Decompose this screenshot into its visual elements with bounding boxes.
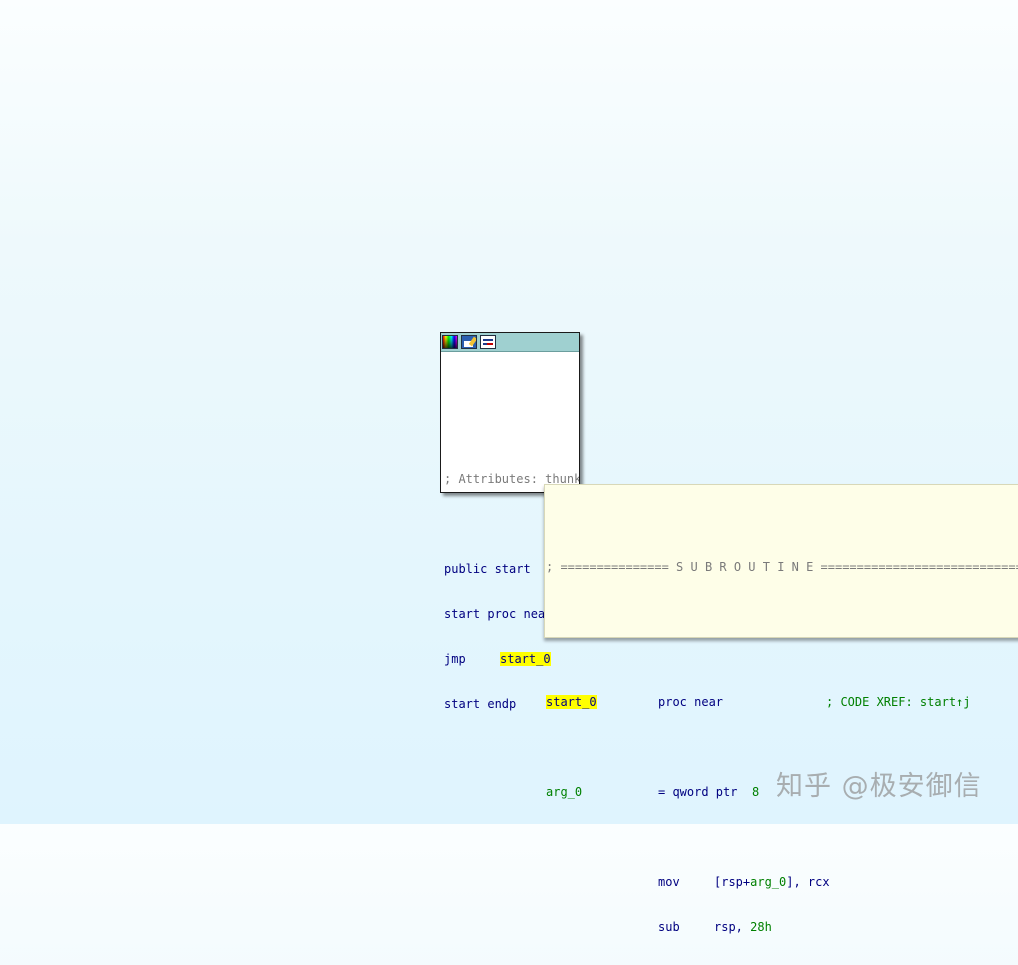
jmp-target-link[interactable]: start_0 [500,652,551,666]
proc-header-line: start_0 proc near ; CODE XREF: start↑j [546,695,1018,710]
node-titlebar [441,333,579,352]
graph-view-icon[interactable] [480,335,496,349]
operand-number: 28h [750,920,772,934]
rename-icon[interactable] [461,335,477,349]
operand-suffix: ], rcx [786,875,830,889]
arg-name[interactable]: arg_0 [546,785,658,800]
function-label[interactable]: start_0 [546,695,597,709]
jmp-mnemonic: jmp [444,652,466,666]
instruction-row: sub rsp, 28h [546,920,1018,935]
subroutine-separator: ; =============== S U B R O U T I N E ==… [546,560,1018,574]
watermark: 知乎 @极安御信 [776,771,982,802]
operand-prefix: [rsp+ [714,875,751,889]
instruction-mnemonic: sub [658,920,680,934]
color-picker-icon[interactable] [442,335,458,349]
operand-prefix: rsp, [714,920,751,934]
arg-offset: 8 [751,785,760,799]
subroutine-graph-node[interactable]: ; =============== S U B R O U T I N E ==… [544,484,1018,934]
instruction-row: mov [rsp+arg_0], rcx [546,875,1018,890]
proc-near: proc near [658,695,724,709]
thunk-graph-node[interactable]: ; Attributes: thunk public start start p… [440,332,580,711]
operand-ref[interactable]: arg_0 [750,875,786,889]
code-xref-comment[interactable]: ; CODE XREF: start↑j [826,695,971,709]
subroutine-disassembly: ; =============== S U B R O U T I N E ==… [545,485,1018,965]
arg-type: = qword ptr [658,785,738,799]
instruction-mnemonic: mov [658,875,680,889]
